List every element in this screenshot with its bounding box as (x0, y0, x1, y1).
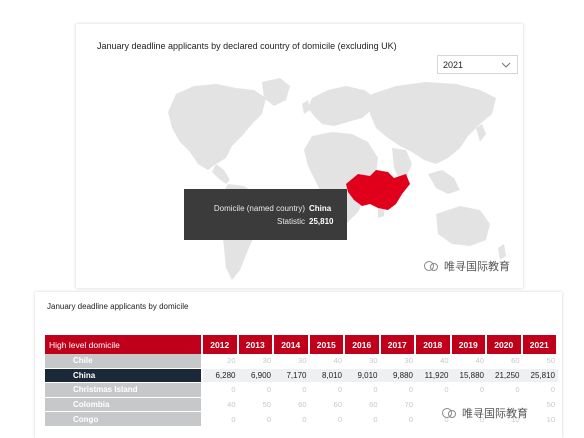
map-land (168, 78, 506, 280)
north-america (168, 84, 266, 170)
map-watermark-text: 唯寻国际教育 (444, 261, 510, 273)
table-watermark: 唯寻国际教育 (440, 405, 528, 421)
row-value: 0 (203, 412, 239, 427)
row-value: 0 (451, 383, 487, 398)
header-year[interactable]: 2017 (380, 335, 416, 354)
row-value: 0 (309, 412, 345, 427)
row-value: 60 (487, 354, 523, 369)
header-year[interactable]: 2015 (309, 335, 345, 354)
row-value: 40 (203, 398, 239, 413)
row-value: 0 (345, 383, 381, 398)
row-value: 50 (238, 398, 274, 413)
header-year[interactable]: 2018 (416, 335, 452, 354)
tooltip-domicile-label: Domicile (named country) (213, 204, 305, 213)
australia (436, 206, 490, 246)
row-value: 20 (203, 354, 239, 369)
central-america (212, 164, 230, 184)
row-value: 40 (451, 354, 487, 369)
row-value: 30 (274, 354, 310, 369)
row-domicile[interactable]: China (45, 368, 203, 384)
row-value: 25,810 (522, 368, 558, 384)
world-map[interactable] (76, 24, 523, 288)
row-value: 15,880 (451, 368, 487, 384)
row-value: 40 (309, 354, 345, 369)
row-value: 30 (345, 354, 381, 369)
header-domicile[interactable]: High level domicile (45, 335, 203, 354)
row-value: 70 (380, 398, 416, 413)
row-value: 9,880 (380, 368, 416, 384)
header-year[interactable]: 2014 (274, 335, 310, 354)
table-header-row: High level domicile 2012 2013 2014 2015 … (45, 335, 558, 354)
row-value: 6,280 (203, 368, 239, 384)
row-value: 0 (380, 383, 416, 398)
tooltip-statistic-value: 25,810 (309, 217, 334, 226)
row-value: 0 (416, 383, 452, 398)
row-value: 40 (416, 354, 452, 369)
asia (370, 82, 496, 164)
row-value: 0 (274, 383, 310, 398)
wechat-icon (424, 261, 438, 271)
table-row[interactable]: Chile 20 30 30 40 30 30 40 40 60 50 (45, 354, 558, 369)
row-value: 0 (203, 383, 239, 398)
tooltip-domicile-value: China (309, 204, 332, 213)
table-row[interactable]: China 6,280 6,900 7,170 8,010 9,010 9,880 11,92… (45, 368, 558, 384)
header-year[interactable]: 2020 (487, 335, 523, 354)
map-tooltip: Domicile (named country) China Statistic… (184, 189, 347, 240)
header-year[interactable]: 2013 (238, 335, 274, 354)
table-watermark-text: 唯寻国际教育 (462, 408, 528, 420)
row-value: 0 (238, 383, 274, 398)
row-value: 0 (238, 412, 274, 427)
map-card: January deadline applicants by declared … (76, 24, 523, 288)
row-value: 0 (309, 383, 345, 398)
row-value: 30 (238, 354, 274, 369)
wechat-icon (442, 408, 456, 418)
row-value: 8,010 (309, 368, 345, 384)
row-domicile[interactable]: Chile (45, 354, 203, 369)
uk (302, 100, 310, 114)
row-domicile[interactable]: Congo (45, 412, 203, 427)
row-value: 0 (274, 412, 310, 427)
greenland (262, 78, 290, 106)
row-domicile[interactable]: Colombia (45, 397, 203, 413)
row-value: 21,250 (487, 368, 523, 384)
row-value: 11,920 (416, 368, 452, 384)
row-value: 0 (380, 412, 416, 427)
table-card: January deadline applicants by domicile … (35, 292, 562, 438)
tooltip-statistic-label: Statistic (276, 217, 305, 226)
header-year[interactable]: 2012 (203, 335, 239, 354)
row-value: 0 (345, 412, 381, 427)
row-value: 50 (522, 354, 558, 369)
table-row[interactable]: Christmas Island 0 0 0 0 0 0 0 0 0 0 (45, 383, 558, 398)
header-year[interactable]: 2019 (451, 335, 487, 354)
row-value: 0 (487, 383, 523, 398)
header-year[interactable]: 2021 (522, 335, 558, 354)
row-value: 7,170 (274, 368, 310, 384)
row-value: 0 (522, 383, 558, 398)
header-year[interactable]: 2016 (345, 335, 381, 354)
japan (476, 124, 486, 142)
row-value: 60 (309, 398, 345, 413)
map-watermark: 唯寻国际教育 (422, 258, 510, 274)
row-value: 60 (345, 398, 381, 413)
row-domicile[interactable]: Christmas Island (45, 383, 203, 398)
row-value: 9,010 (345, 368, 381, 384)
europe (308, 86, 376, 126)
row-value: 6,900 (238, 368, 274, 384)
row-value: 60 (274, 398, 310, 413)
table-title: January deadline applicants by domicile (47, 302, 189, 311)
row-value: 30 (380, 354, 416, 369)
southeast-asia (428, 170, 460, 194)
